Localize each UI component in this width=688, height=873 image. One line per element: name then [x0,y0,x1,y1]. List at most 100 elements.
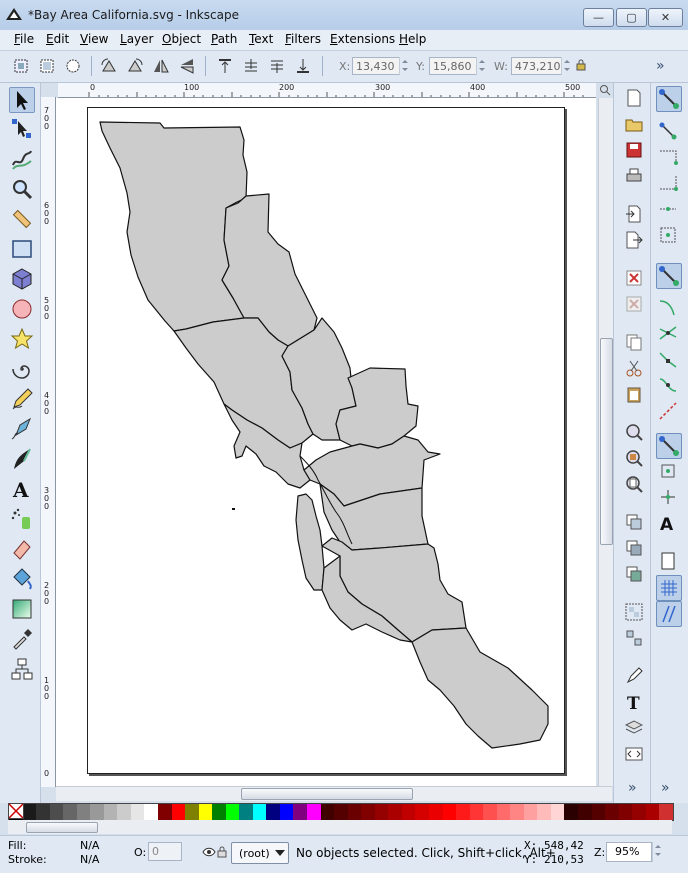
palette-swatch[interactable] [239,804,253,820]
flip-vertical-icon[interactable] [178,57,196,75]
copy-icon[interactable] [625,333,643,351]
bay-area-map[interactable] [56,98,596,786]
snap-smooth-nodes-icon[interactable] [656,373,680,397]
node-tool-icon[interactable] [10,117,34,141]
palette-swatch[interactable] [361,804,375,820]
palette-swatch[interactable] [537,804,551,820]
menu-object[interactable]: Object [162,32,201,46]
layers-icon[interactable] [625,719,643,737]
menu-text[interactable]: Text [249,32,273,46]
minimize-button[interactable]: — [583,8,614,27]
snap-bbox-center-icon[interactable] [656,223,680,247]
palette-swatch[interactable] [510,804,524,820]
zoom-drawing-icon[interactable] [625,449,643,467]
snap-bbox-icon[interactable] [656,119,680,143]
select-all-icon[interactable] [12,57,30,75]
horizontal-scroll-thumb[interactable] [241,788,413,800]
palette-swatch[interactable] [171,804,186,820]
snap-others-icon[interactable] [656,433,682,459]
snap-text-baseline-icon[interactable]: A [656,511,680,535]
palette-swatch[interactable] [36,804,50,820]
opacity-input[interactable]: 0 [148,842,182,861]
lower-to-bottom-icon[interactable] [294,57,312,75]
palette-swatch[interactable] [212,804,226,820]
palette-swatch[interactable] [63,804,77,820]
palette-swatch[interactable] [49,804,64,820]
measure-tool-icon[interactable] [10,207,34,231]
zoom-spinner[interactable] [652,842,662,862]
pencil-tool-icon[interactable] [10,387,34,411]
palette-swatch[interactable] [469,804,484,820]
clone-icon[interactable] [625,539,643,557]
close-button[interactable]: ✕ [648,8,683,27]
raise-to-top-icon[interactable] [216,57,234,75]
paste-icon[interactable] [625,385,643,403]
toolbar-overflow-icon[interactable]: » [656,58,665,74]
palette-swatch[interactable] [22,804,37,820]
palette-swatch[interactable] [483,804,497,820]
zoom-page-icon[interactable] [625,475,643,493]
vertical-scroll-thumb[interactable] [600,338,613,545]
zoom-input[interactable]: 95% [606,842,652,862]
palette-swatch[interactable] [645,804,660,820]
connector-tool-icon[interactable] [10,657,34,681]
new-document-icon[interactable] [625,89,643,107]
palette-swatch[interactable] [225,804,240,820]
palette-swatch[interactable] [130,804,145,820]
snap-bbox-corner-icon[interactable] [656,171,680,195]
cut-icon[interactable] [625,359,643,377]
palette-swatch[interactable] [279,804,294,820]
palette-swatch[interactable] [158,804,172,820]
spiral-tool-icon[interactable] [10,357,34,381]
palette-swatch[interactable] [388,804,402,820]
lower-icon[interactable] [268,57,286,75]
redo-icon[interactable] [625,295,643,313]
gradient-tool-icon[interactable] [10,597,34,621]
select-all-layers-icon[interactable] [38,57,56,75]
print-icon[interactable] [625,167,643,185]
palette-swatch[interactable] [320,804,335,820]
horizontal-scrollbar[interactable] [56,786,612,801]
palette-swatch[interactable] [564,804,578,820]
palette-swatch[interactable] [347,804,362,820]
rotate-cw-icon[interactable] [126,57,144,75]
snap-overflow-icon[interactable]: » [661,780,670,796]
palette-swatch[interactable] [659,804,673,820]
width-spinner[interactable] [561,57,571,75]
flip-horizontal-icon[interactable] [152,57,170,75]
spray-tool-icon[interactable] [10,507,34,531]
snap-enable-icon[interactable] [656,86,682,112]
palette-swatch[interactable] [442,804,457,820]
xml-editor-icon[interactable] [625,745,643,763]
palette-swatch[interactable] [252,804,267,820]
palette-scrollbar[interactable] [8,820,672,834]
width-input[interactable]: 473,210 [511,57,562,75]
unlink-clone-icon[interactable] [625,565,643,583]
calligraphy-tool-icon[interactable] [10,447,34,471]
snap-midpoints-icon[interactable] [656,399,680,423]
palette-swatch[interactable] [90,804,104,820]
palette-swatch[interactable] [577,804,592,820]
maximize-button[interactable]: ▢ [616,8,647,27]
palette-swatch[interactable] [401,804,416,820]
layer-dropdown[interactable]: (root) [231,842,289,864]
open-folder-icon[interactable] [625,115,643,133]
import-icon[interactable] [625,205,643,223]
palette-swatch[interactable] [456,804,470,820]
palette-swatch[interactable] [591,804,606,820]
snap-paths-icon[interactable] [656,295,680,319]
group-icon[interactable] [625,603,643,621]
menu-layer[interactable]: Layer [120,32,153,46]
palette-swatch[interactable] [198,804,213,820]
x-input[interactable]: 13,430 [352,57,400,75]
menu-path[interactable]: Path [211,32,237,46]
menu-file[interactable]: File [14,32,34,46]
export-icon[interactable] [625,231,643,249]
pen-tool-icon[interactable] [10,417,34,441]
palette-swatch[interactable] [618,804,633,820]
menu-filters[interactable]: Filters [285,32,321,46]
snap-bbox-midpoint-icon[interactable] [656,197,680,221]
dropper-tool-icon[interactable] [10,627,34,651]
zoom-corner-icon[interactable] [599,84,611,96]
palette-swatch[interactable] [496,804,511,820]
